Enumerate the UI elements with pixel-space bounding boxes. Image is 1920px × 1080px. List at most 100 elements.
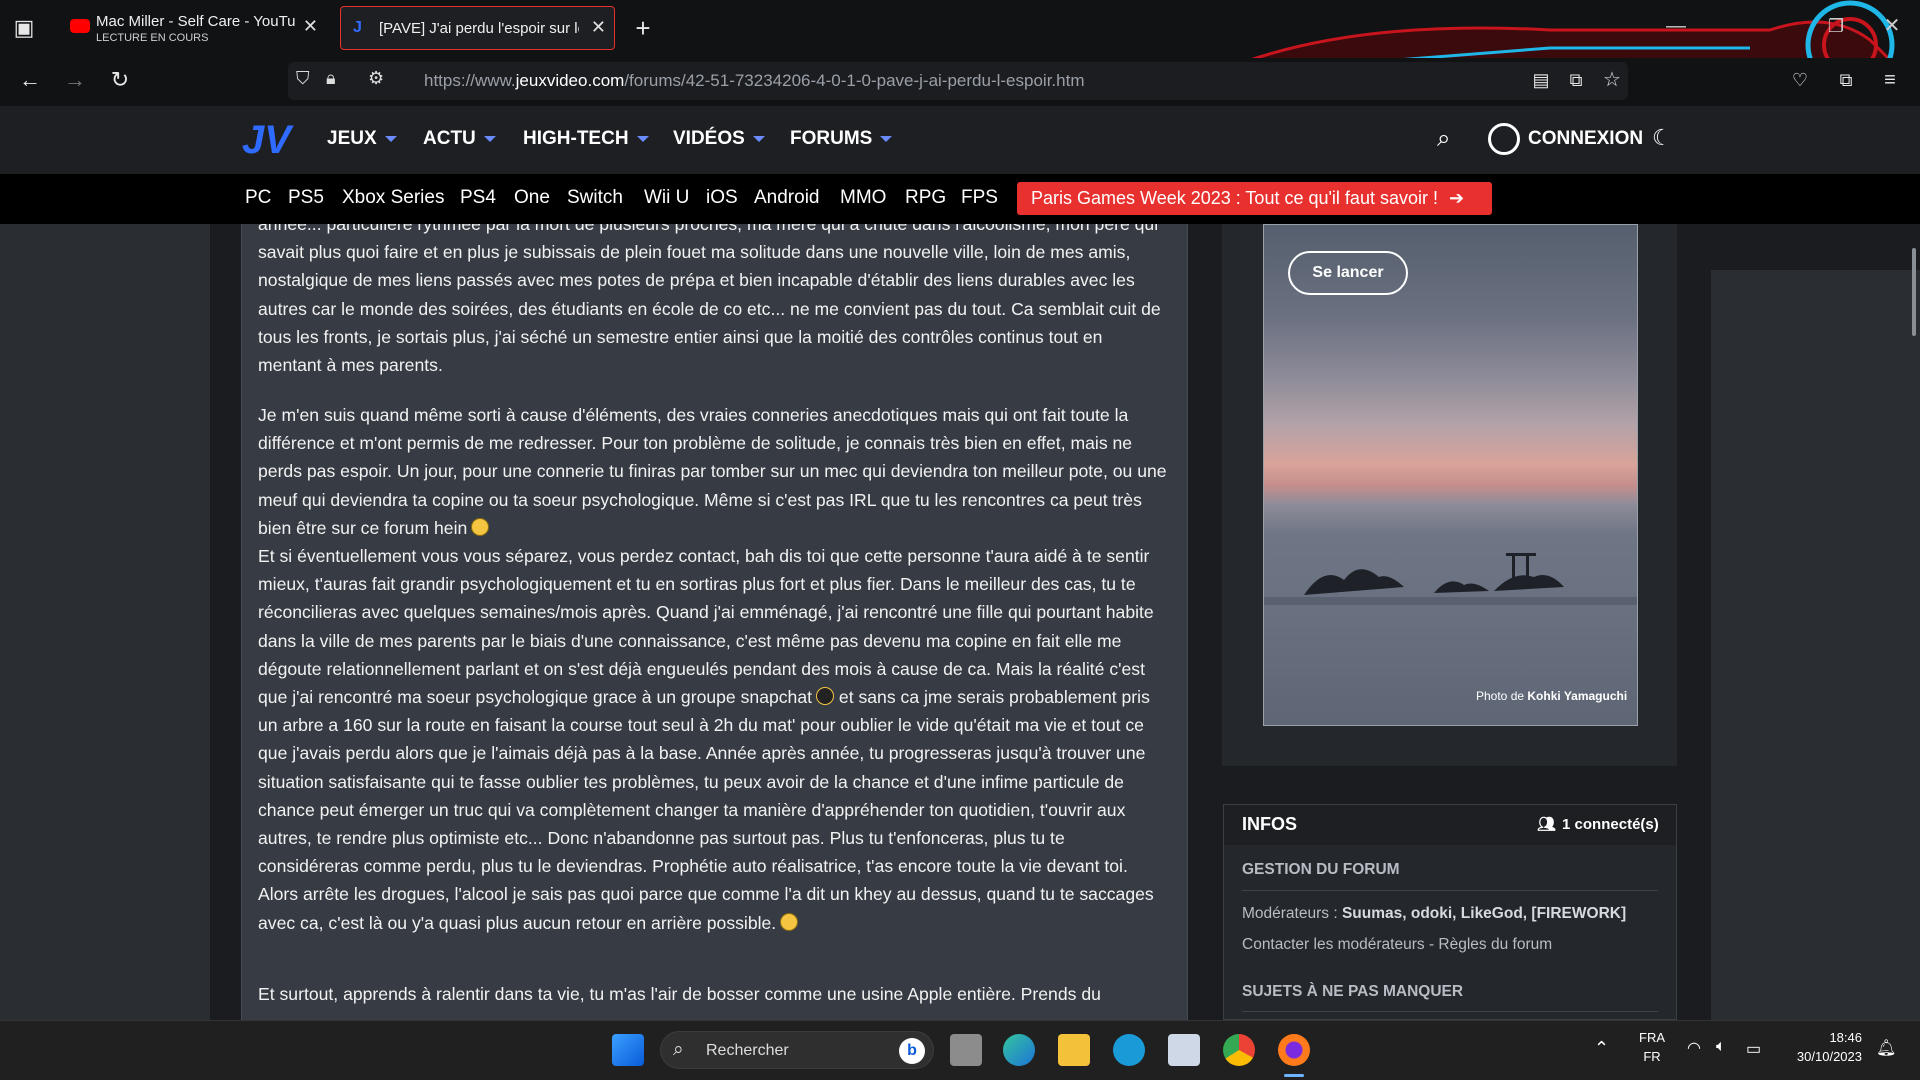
promo-banner[interactable]: Paris Games Week 2023 : Tout ce qu'il fa… [1017, 182, 1492, 215]
taskbar-search[interactable]: ⌕ Rechercher b [660, 1031, 934, 1069]
windows-start-icon[interactable] [612, 1034, 644, 1066]
chrome-icon[interactable] [1223, 1034, 1255, 1066]
file-explorer-icon[interactable] [1058, 1034, 1090, 1066]
bing-icon[interactable]: b [899, 1038, 925, 1064]
tab-list-icon[interactable]: ▣ [8, 14, 40, 42]
nav-actu[interactable]: ACTU [423, 128, 496, 150]
search-icon[interactable]: ⌕ [1437, 125, 1450, 153]
notification-bell-icon[interactable]: 🔔︎ [1876, 1038, 1896, 1058]
maximize-icon[interactable]: ❐ [1820, 12, 1852, 40]
language-indicator[interactable]: FRA FR [1637, 1030, 1667, 1064]
help-icon[interactable] [1113, 1034, 1145, 1066]
tab-youtube[interactable]: Mac Miller - Self Care - YouTube LECTURE… [58, 6, 326, 50]
contact-line: Contacter les modérateurs - Règles du fo… [1242, 936, 1552, 954]
dark-mode-icon[interactable]: ☾ [1652, 125, 1672, 151]
chevron-up-icon[interactable]: ⌃ [1594, 1038, 1609, 1059]
photos-app-icon[interactable] [1168, 1034, 1200, 1066]
tab-jeuxvideo[interactable]: J [PAVE] J'ai perdu l'espoir sur le ✕ [340, 6, 615, 50]
lang-primary: FRA [1639, 1030, 1665, 1045]
platform-fps[interactable]: FPS [961, 187, 998, 209]
arrow-right-icon: ➔ [1448, 188, 1465, 208]
nav-videos[interactable]: VIDÉOS [673, 128, 765, 150]
translate-icon[interactable]: ⧉ [1560, 66, 1592, 94]
post-text-2a: Je m'en suis quand même sorti à cause d'… [258, 405, 1167, 538]
menu-icon[interactable]: ≡ [1874, 66, 1906, 94]
gestion-heading: GESTION DU FORUM [1242, 861, 1400, 878]
nav-label: ACTU [423, 128, 476, 149]
logo-text: JV [242, 118, 291, 162]
platform-pc[interactable]: PC [245, 187, 271, 209]
jv-favicon-icon: J [353, 19, 362, 36]
platform-ps5[interactable]: PS5 [288, 187, 324, 209]
page-scrollbar-thumb[interactable] [1912, 248, 1916, 336]
edge-icon[interactable] [1003, 1034, 1035, 1066]
back-icon[interactable]: ← [14, 66, 46, 94]
task-view-icon[interactable] [950, 1034, 982, 1066]
chevron-down-icon [880, 135, 893, 142]
ad-cta-button[interactable]: Se lancer [1288, 251, 1408, 295]
url-field[interactable]: ⛉ 🔒︎ ⚙︎ https://www.jeuxvideo.com/forums… [288, 62, 1628, 100]
connected-label: 1 connecté(s) [1562, 816, 1659, 833]
site-logo[interactable]: JV [242, 118, 294, 162]
platform-switch[interactable]: Switch [567, 187, 623, 209]
wifi-icon[interactable]: ◠ [1687, 1038, 1701, 1058]
platform-mmo[interactable]: MMO [840, 187, 886, 209]
contact-moderators-link[interactable]: Contacter les modérateurs [1242, 936, 1425, 953]
nav-high-tech[interactable]: HIGH-TECH [523, 128, 649, 150]
platform-ios[interactable]: iOS [706, 187, 738, 209]
reload-icon[interactable]: ↻ [104, 66, 136, 94]
post-text-2b: Et si éventuellement vous vous séparez, … [258, 546, 1154, 708]
nav-forums[interactable]: FORUMS [790, 128, 893, 150]
platform-ps4[interactable]: PS4 [460, 187, 496, 209]
post-body: année... particulière rythmée par la mor… [241, 224, 1188, 1020]
nav-jeux[interactable]: JEUX [327, 128, 397, 150]
firefox-icon[interactable] [1278, 1034, 1310, 1066]
pocket-icon[interactable]: ♡ [1784, 66, 1816, 94]
smiley-emoji-icon [780, 912, 799, 931]
close-tab-icon[interactable]: ✕ [303, 16, 318, 37]
close-window-icon[interactable]: ✕ [1876, 12, 1908, 40]
promo-text: Paris Games Week 2023 : Tout ce qu'il fa… [1031, 188, 1438, 208]
user-icon[interactable] [1488, 123, 1520, 155]
url-text: https://www.jeuxvideo.com/forums/42-51-7… [424, 71, 1084, 91]
clock[interactable]: 18:46 30/10/2023 [1780, 1030, 1862, 1064]
lock-icon[interactable]: 🔒︎ [326, 68, 336, 89]
left-gutter [0, 224, 210, 1020]
post-paragraph-3: Et surtout, apprends à ralentir dans ta … [258, 984, 1101, 1004]
forward-icon[interactable]: → [59, 66, 91, 94]
clock-time: 18:46 [1829, 1030, 1862, 1045]
platform-xbox-series[interactable]: Xbox Series [342, 187, 444, 209]
divider [1242, 1011, 1658, 1012]
extensions-icon[interactable]: ⧉ [1830, 66, 1862, 94]
users-icon: 👥︎ [1537, 816, 1557, 833]
login-link[interactable]: CONNEXION [1528, 128, 1643, 150]
nav-label: FORUMS [790, 128, 873, 149]
chevron-down-icon [483, 135, 496, 142]
platform-one[interactable]: One [514, 187, 550, 209]
post-text-2c: et sans ca jme serais probablement pris … [258, 687, 1154, 933]
permissions-icon[interactable]: ⚙︎ [368, 68, 384, 89]
reader-mode-icon[interactable]: ▤ [1525, 66, 1557, 94]
minimize-icon[interactable]: — [1660, 12, 1692, 40]
url-domain: jeuxvideo.com [515, 71, 625, 90]
lang-secondary: FR [1643, 1049, 1661, 1064]
nav-label: HIGH-TECH [523, 128, 629, 149]
chevron-down-icon [384, 135, 397, 142]
search-icon: ⌕ [673, 1039, 684, 1060]
clock-date: 30/10/2023 [1796, 1049, 1862, 1064]
active-app-indicator [1284, 1074, 1304, 1077]
shield-icon[interactable]: ⛉ [296, 68, 310, 89]
infos-title: INFOS [1242, 814, 1298, 834]
close-tab-icon[interactable]: ✕ [591, 17, 606, 38]
bookmark-star-icon[interactable]: ☆ [1596, 66, 1628, 94]
ad-photo[interactable] [1263, 224, 1638, 726]
platform-wii-u[interactable]: Wii U [644, 187, 689, 209]
moderators-list[interactable]: Suumas, odoki, LikeGod, [FIREWORK] [1342, 905, 1626, 922]
new-tab-button[interactable]: + [627, 14, 659, 42]
platform-android[interactable]: Android [754, 187, 820, 209]
platform-rpg[interactable]: RPG [905, 187, 946, 209]
chevron-down-icon [636, 135, 649, 142]
battery-icon[interactable]: ▭ [1746, 1039, 1761, 1059]
forum-rules-link[interactable]: Règles du forum [1438, 936, 1552, 953]
volume-icon[interactable]: 🔈︎ [1716, 1038, 1726, 1056]
